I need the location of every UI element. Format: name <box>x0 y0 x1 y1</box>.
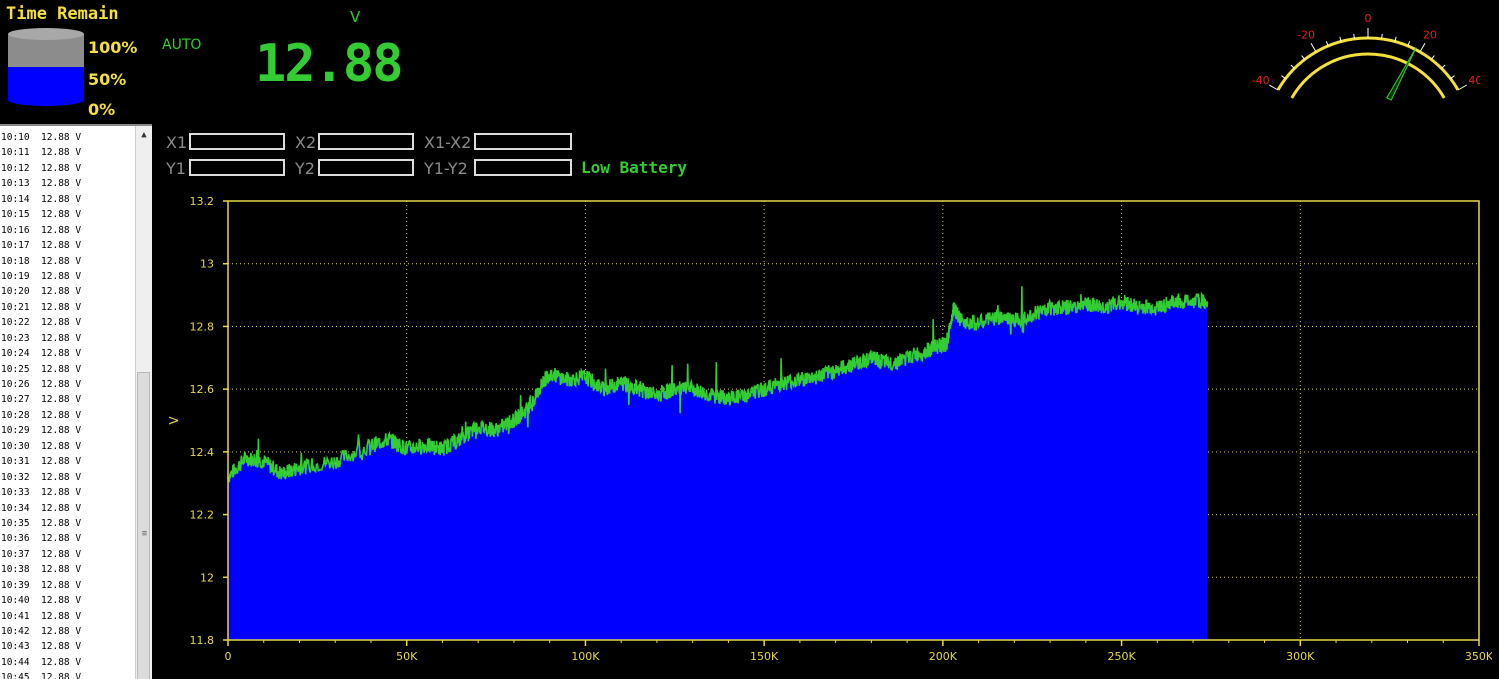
gauge-tick <box>1310 43 1317 53</box>
log-row[interactable]: 10:10 12.88 V <box>0 130 136 145</box>
voltage-reading: 12.88 <box>255 34 404 94</box>
x-tick-label: 300K <box>1286 650 1315 663</box>
log-row[interactable]: 10:21 12.88 V <box>0 300 136 315</box>
level-100-label: 100% <box>88 38 138 57</box>
cursor-y1-y2-label: Y1-Y2 <box>424 159 468 178</box>
log-row[interactable]: 10:24 12.88 V <box>0 346 136 361</box>
log-row[interactable]: 10:11 12.88 V <box>0 145 136 160</box>
log-row[interactable]: 10:23 12.88 V <box>0 331 136 346</box>
series-area <box>228 286 1208 640</box>
level-0-label: 0% <box>88 100 116 119</box>
x-tick-label: 200K <box>929 650 958 663</box>
log-row[interactable]: 10:17 12.88 V <box>0 238 136 253</box>
gauge-tick-label: 20 <box>1423 29 1437 42</box>
y-axis-label: V <box>167 416 181 425</box>
gauge-tick <box>1381 33 1383 39</box>
log-row[interactable]: 10:31 12.88 V <box>0 454 136 469</box>
x-tick-label: 100K <box>571 650 600 663</box>
x-tick-label: 0 <box>225 650 232 663</box>
y-tick-label: 12.8 <box>190 320 215 333</box>
voltage-chart[interactable]: 0 50K 100K 150K 200K 250K 300K 350K 13.2 13 12.8 12… <box>160 188 1492 677</box>
cursor-y1-field[interactable] <box>189 159 285 176</box>
log-row[interactable]: 10:34 12.88 V <box>0 501 136 516</box>
y-tick-label: 13 <box>200 258 214 271</box>
log-scrollbar[interactable]: ▲ ≡ <box>135 126 152 679</box>
unit-label: V <box>350 8 361 26</box>
log-row[interactable]: 10:28 12.88 V <box>0 408 136 423</box>
cursor-y2-label: Y2 <box>295 159 315 178</box>
y-tick-label: 12.2 <box>190 509 215 522</box>
log-row[interactable]: 10:32 12.88 V <box>0 470 136 485</box>
gauge-tick <box>1269 84 1279 91</box>
time-remain-title: Time Remain <box>6 4 119 24</box>
battery-status-text: Low Battery <box>581 158 687 177</box>
cursor-x1-field[interactable] <box>189 133 285 150</box>
cursor-x2-label: X2 <box>295 133 317 152</box>
log-row[interactable]: 10:15 12.88 V <box>0 207 136 222</box>
gauge-tick-label: -40 <box>1252 74 1270 87</box>
gauge-tick <box>1441 64 1446 69</box>
log-row[interactable]: 10:30 12.88 V <box>0 439 136 454</box>
voltage-gauge: -40 -20 0 20 40 <box>1252 12 1480 101</box>
log-row[interactable]: 10:16 12.88 V <box>0 223 136 238</box>
cursor-y2-field[interactable] <box>318 159 414 176</box>
gauge-needle <box>1386 47 1417 101</box>
log-row[interactable]: 10:43 12.88 V <box>0 639 136 654</box>
mode-label[interactable]: AUTO <box>162 37 201 53</box>
log-row[interactable]: 10:37 12.88 V <box>0 547 136 562</box>
log-row[interactable]: 10:39 12.88 V <box>0 578 136 593</box>
log-row[interactable]: 10:18 12.88 V <box>0 254 136 269</box>
gauge-tick <box>1419 43 1426 53</box>
log-row[interactable]: 10:14 12.88 V <box>0 192 136 207</box>
scroll-grip-icon: ≡ <box>141 529 148 539</box>
log-rows: 10:10 12.88 V 10:11 12.88 V 10:12 12.88 V1… <box>0 130 136 679</box>
x-tick-label: 50K <box>396 650 418 663</box>
scroll-up-icon[interactable]: ▲ <box>136 128 152 142</box>
gauge-tick <box>1353 33 1355 39</box>
log-row[interactable]: 10:33 12.88 V <box>0 485 136 500</box>
log-row[interactable]: 10:36 12.88 V <box>0 531 136 546</box>
cursor-x2-field[interactable] <box>318 133 414 150</box>
level-50-label: 50% <box>88 70 127 89</box>
y-tick-label: 13.2 <box>190 195 215 208</box>
gauge-tick-label: 0 <box>1365 12 1372 25</box>
y-tick-label: 12.4 <box>190 446 215 459</box>
gauge-tick <box>1290 64 1295 69</box>
gauge-inner-arc <box>1290 52 1446 99</box>
log-row[interactable]: 10:40 12.88 V <box>0 593 136 608</box>
gauge-tick <box>1457 84 1467 91</box>
log-row[interactable]: 10:12 12.88 V <box>0 161 136 176</box>
log-row[interactable]: 10:35 12.88 V <box>0 516 136 531</box>
gauge-tick-label: -20 <box>1297 29 1315 42</box>
log-row[interactable]: 10:27 12.88 V <box>0 392 136 407</box>
log-row[interactable]: 10:44 12.88 V <box>0 655 136 670</box>
log-row[interactable]: 10:13 12.88 V <box>0 176 136 191</box>
log-row[interactable]: 10:20 12.88 V <box>0 284 136 299</box>
log-row[interactable]: 10:26 12.88 V <box>0 377 136 392</box>
cursor-x1-label: X1 <box>166 133 188 152</box>
log-row[interactable]: 10:45 12.88 V <box>0 670 136 679</box>
y-tick-label: 12 <box>200 571 214 584</box>
battery-level-icon <box>8 28 84 106</box>
log-row[interactable]: 10:19 12.88 V <box>0 269 136 284</box>
gauge-tick-label: 40 <box>1468 74 1480 87</box>
cursor-y1-y2-field[interactable] <box>474 159 572 176</box>
cursor-y1-label: Y1 <box>166 159 186 178</box>
cursor-x1-x2-field[interactable] <box>474 133 572 150</box>
log-row[interactable]: 10:25 12.88 V <box>0 362 136 377</box>
log-row[interactable]: 10:38 12.88 V <box>0 562 136 577</box>
log-row[interactable]: 10:41 12.88 V <box>0 609 136 624</box>
log-row[interactable]: 10:42 12.88 V <box>0 624 136 639</box>
log-row[interactable]: 10:22 12.88 V <box>0 315 136 330</box>
x-tick-label: 150K <box>750 650 779 663</box>
reading-log-list[interactable]: 10:10 12.88 V 10:11 12.88 V 10:12 12.88 V1… <box>0 124 152 679</box>
scroll-thumb[interactable]: ≡ <box>137 372 150 679</box>
y-tick-label: 11.8 <box>190 634 215 647</box>
log-row[interactable]: 10:29 12.88 V <box>0 423 136 438</box>
y-tick-label: 12.6 <box>190 383 215 396</box>
x-tick-label: 250K <box>1107 650 1136 663</box>
cursor-x1-x2-label: X1-X2 <box>424 133 472 152</box>
x-tick-label: 350K <box>1465 650 1492 663</box>
